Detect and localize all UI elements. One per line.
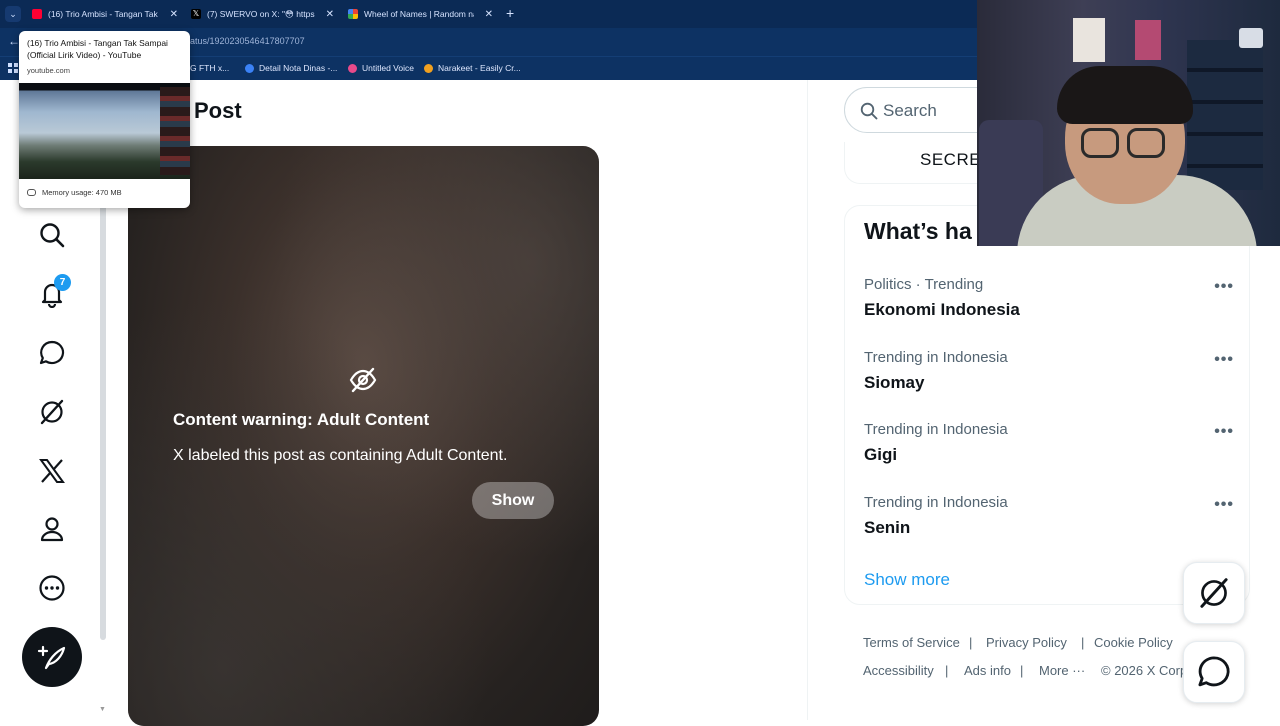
bookmark-label: Detail Nota Dinas -... [259, 63, 338, 73]
bookmark-favicon-icon [424, 63, 433, 73]
youtube-favicon-icon [32, 9, 42, 19]
close-tab-icon[interactable]: ✕ [326, 9, 334, 20]
footer-separator: | [969, 635, 973, 650]
x-logo-icon[interactable] [36, 455, 68, 487]
webcam-person-hair [1057, 66, 1193, 124]
footer-separator: | [1081, 635, 1085, 650]
new-tab-button[interactable]: + [506, 5, 514, 21]
tab-hover-card: (16) Trio Ambisi - Tangan Tak Sampai (Of… [19, 31, 190, 208]
trend-item[interactable]: Politics · Trending Ekonomi Indonesia ••… [864, 276, 1244, 336]
trend-item[interactable]: Trending in Indonesia Senin ••• [864, 494, 1244, 554]
feather-plus-icon [37, 645, 66, 670]
trend-name: Ekonomi Indonesia [864, 300, 1020, 319]
x-favicon-icon: 𝕏 [191, 9, 201, 19]
tab-search-button[interactable]: ⌄ [5, 6, 21, 22]
footer-separator: | [945, 663, 949, 678]
copyright-text: © 2026 X Corp. [1101, 663, 1191, 678]
blurred-media [128, 146, 599, 726]
grok-icon[interactable] [36, 396, 68, 428]
hover-card-domain: youtube.com [27, 66, 70, 75]
grok-float-button[interactable] [1183, 562, 1245, 624]
bookmark-favicon-icon [245, 63, 254, 73]
memory-icon [27, 189, 36, 196]
bookmark-label: G FTH x... [190, 63, 230, 73]
search-icon[interactable] [36, 219, 68, 251]
bookmark-label: Narakeet - Easily Cr... [438, 63, 521, 73]
hover-card-thumbnail [19, 83, 190, 179]
more-options-icon[interactable]: ••• [1214, 496, 1234, 514]
close-tab-icon[interactable]: ✕ [485, 9, 493, 20]
trends-panel: What’s ha Politics · Trending Ekonomi In… [844, 205, 1250, 605]
privacy-link[interactable]: Privacy Policy [986, 635, 1067, 650]
ads-info-link[interactable]: Ads info [964, 663, 1011, 678]
webcam-overlay [977, 0, 1280, 246]
search-icon [860, 102, 878, 120]
browser-tab-youtube[interactable]: (16) Trio Ambisi - Tangan Tak Sa ✕ [32, 2, 178, 26]
wheel-favicon-icon [348, 9, 358, 19]
tab-title: (16) Trio Ambisi - Tangan Tak Sa [48, 9, 158, 19]
close-tab-icon[interactable]: ✕ [170, 9, 178, 20]
browser-tab-x[interactable]: 𝕏 (7) SWERVO on X: "😳 https://t ✕ [191, 2, 334, 26]
bookmark-item[interactable]: Untitled Voice [348, 63, 414, 73]
content-warning-title: Content warning: Adult Content [173, 410, 430, 429]
thumbnail-sidebar [160, 87, 190, 175]
tab-title: (7) SWERVO on X: "😳 https://t [207, 8, 315, 19]
more-circle-icon[interactable] [36, 572, 68, 604]
webcam-shelf [1187, 40, 1263, 190]
more-options-icon[interactable]: ••• [1214, 351, 1234, 369]
webcam-glasses [1081, 128, 1119, 158]
page-title: Post [194, 98, 242, 123]
browser-tab-wheel[interactable]: Wheel of Names | Random nam ✕ [348, 2, 493, 26]
tab-title: Wheel of Names | Random nam [364, 9, 474, 19]
memory-usage-text: Memory usage: 470 MB [42, 188, 122, 197]
trend-name: Gigi [864, 445, 898, 464]
more-options-icon[interactable]: ••• [1214, 278, 1234, 296]
sensitive-media: Content warning: Adult Content X labeled… [128, 146, 599, 726]
trend-meta: Trending in Indonesia [864, 349, 1008, 366]
search-placeholder: Search [883, 101, 937, 120]
hover-card-title: (16) Trio Ambisi - Tangan Tak Sampai (Of… [27, 38, 168, 60]
memory-usage: Memory usage: 470 MB [27, 188, 122, 197]
bookmark-favicon-icon [348, 63, 357, 73]
more-options-icon[interactable]: ••• [1214, 423, 1234, 441]
trend-item[interactable]: Trending in Indonesia Siomay ••• [864, 349, 1244, 409]
cookie-link[interactable]: Cookie Policy [1094, 635, 1173, 650]
trend-name: Siomay [864, 373, 925, 392]
trend-item[interactable]: Trending in Indonesia Gigi ••• [864, 421, 1244, 481]
trends-title: What’s ha [864, 218, 972, 244]
more-link[interactable]: More ··· [1039, 663, 1085, 678]
content-warning-description: X labeled this post as containing Adult … [173, 447, 508, 464]
profile-icon[interactable] [36, 513, 68, 545]
messages-icon [1198, 656, 1230, 687]
scroll-down-arrow-icon[interactable]: ▼ [99, 706, 106, 713]
bookmark-item[interactable]: Narakeet - Easily Cr... [424, 63, 521, 73]
trend-name: Senin [864, 518, 911, 537]
trend-meta: Trending in Indonesia [864, 494, 1008, 511]
eye-slash-icon [349, 367, 377, 393]
apps-grid-icon[interactable] [8, 63, 18, 73]
webcam-lamp [1239, 28, 1263, 48]
notification-badge: 7 [54, 274, 71, 291]
messages-float-button[interactable] [1183, 641, 1245, 703]
grok-icon [1200, 578, 1228, 608]
show-content-button[interactable]: Show [472, 482, 554, 519]
terms-link[interactable]: Terms of Service [863, 635, 960, 650]
webcam-poster [1073, 18, 1105, 62]
bookmark-item[interactable]: Detail Nota Dinas -... [245, 63, 337, 73]
accessibility-link[interactable]: Accessibility [863, 663, 934, 678]
messages-icon[interactable] [36, 337, 68, 369]
url-field[interactable]: atus/1920230546417807707 [190, 36, 305, 46]
bookmark-item[interactable]: G FTH x... [190, 63, 229, 73]
webcam-poster [1135, 20, 1161, 60]
footer-separator: | [1020, 663, 1024, 678]
bookmark-label: Untitled Voice [362, 63, 414, 73]
trend-meta: Politics · Trending [864, 276, 984, 293]
show-more-link[interactable]: Show more [864, 570, 950, 590]
webcam-glasses [1127, 128, 1165, 158]
main-column: Post Content warning: Adult Content X la… [108, 80, 808, 726]
compose-post-button[interactable] [22, 627, 82, 687]
trend-meta: Trending in Indonesia [864, 421, 1008, 438]
